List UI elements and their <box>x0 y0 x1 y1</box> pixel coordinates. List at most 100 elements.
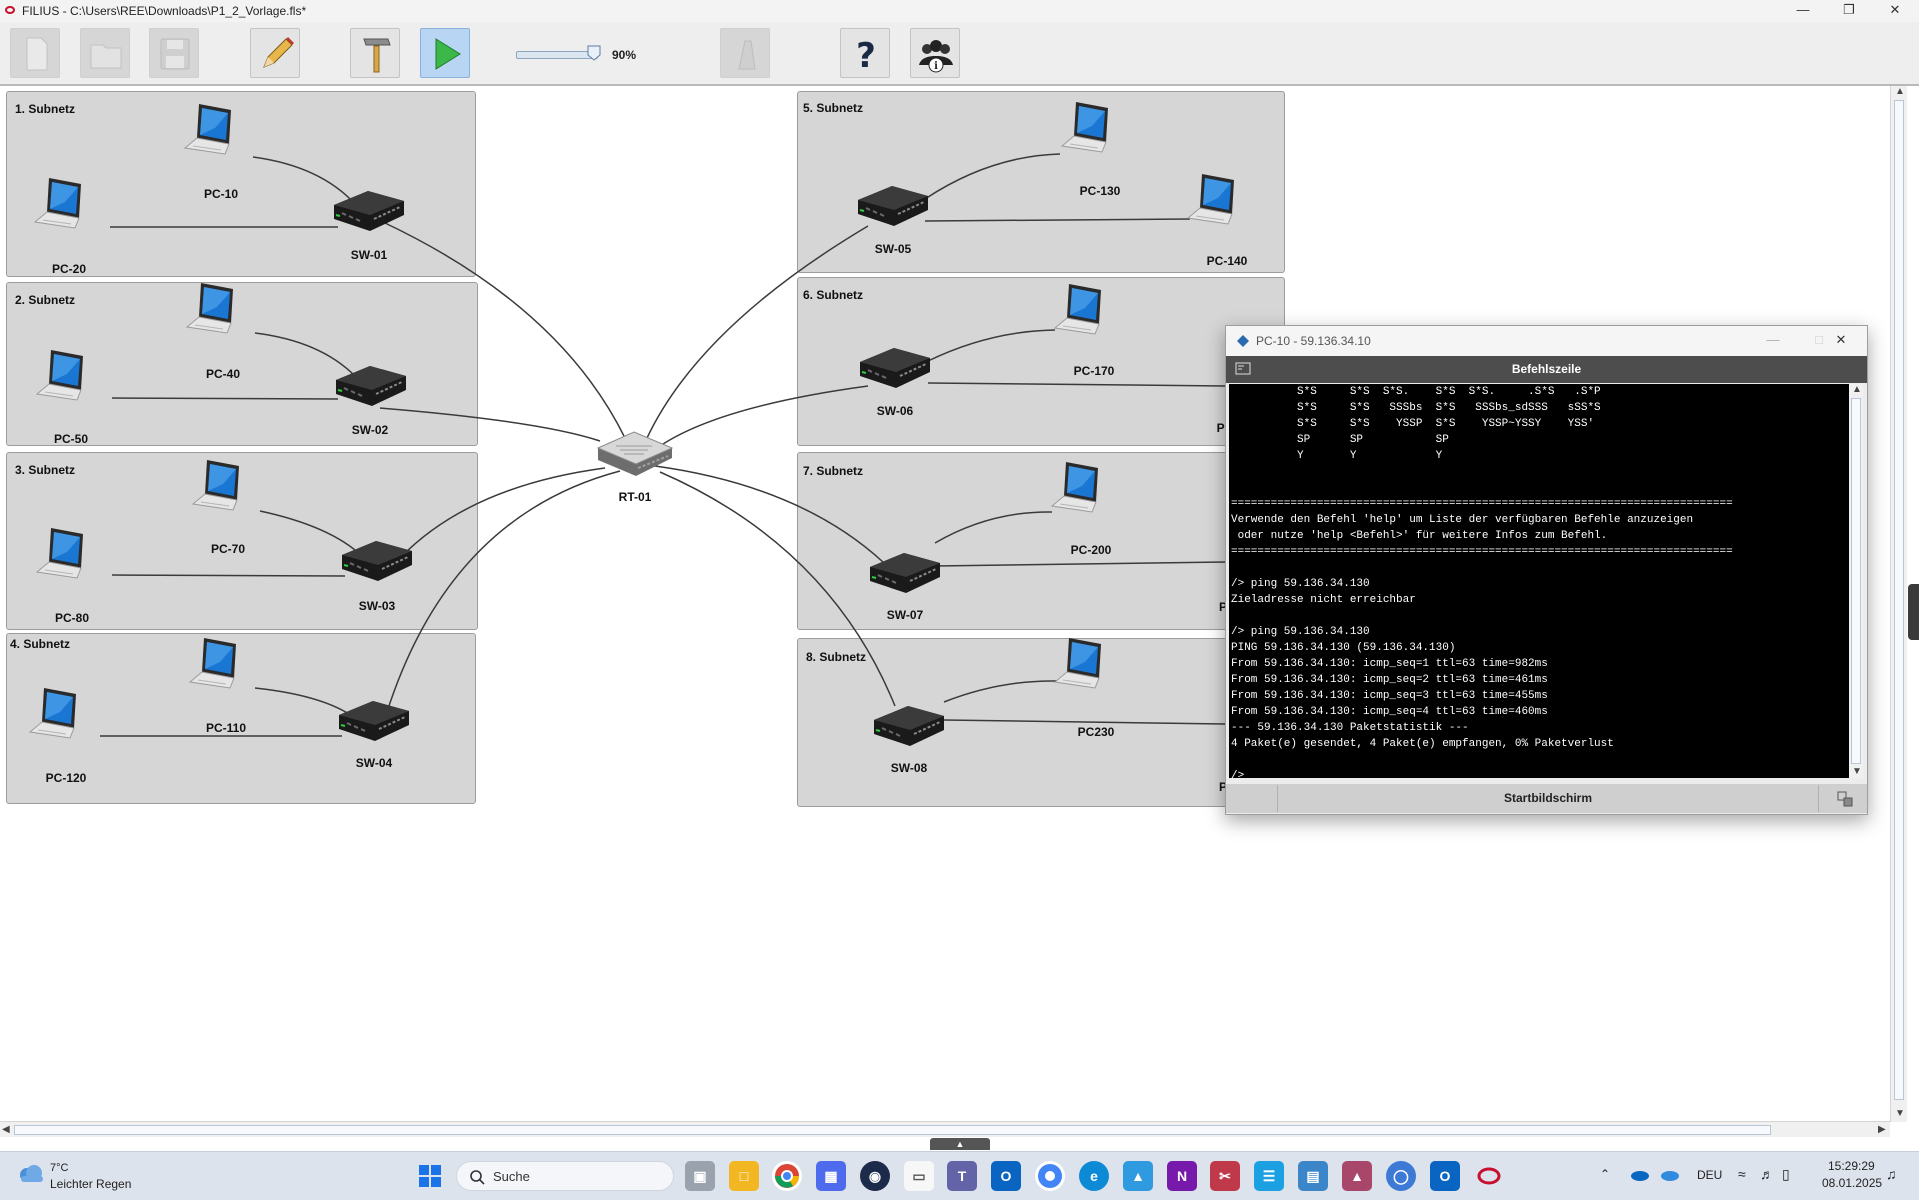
edge-button[interactable]: e <box>1079 1161 1109 1191</box>
laptop-icon-pc120[interactable] <box>29 687 77 739</box>
tray-overflow-chevron-icon[interactable]: ⌃ <box>1600 1167 1610 1181</box>
notification-bell-icon[interactable]: ♫ <box>1886 1166 1897 1182</box>
switch-icon-sw08[interactable] <box>873 705 945 747</box>
scroll-right-arrow-icon[interactable]: ▶ <box>1878 1124 1886 1135</box>
taskbar-search[interactable]: Suche <box>456 1161 674 1191</box>
help-button[interactable]: ? <box>840 28 890 78</box>
build-mode-button[interactable] <box>350 28 400 78</box>
snipping-button[interactable]: ✂ <box>1210 1161 1240 1191</box>
router-icon-rt01[interactable] <box>597 431 673 477</box>
minimize-button[interactable]: — <box>1780 0 1826 22</box>
switch-icon-sw01[interactable] <box>333 190 405 232</box>
horizontal-scroll-thumb[interactable] <box>14 1125 1771 1135</box>
svg-text:i: i <box>934 61 938 72</box>
laptop-icon-pc110[interactable] <box>189 637 237 689</box>
simulation-mode-button[interactable] <box>420 28 470 78</box>
store-button[interactable]: ▦ <box>816 1161 846 1191</box>
recorder-icon <box>738 40 756 70</box>
laptop-icon-pc170[interactable] <box>1054 283 1102 335</box>
terminal-minimize-button[interactable]: — <box>1750 330 1796 352</box>
input-language[interactable]: DEU <box>1697 1168 1722 1182</box>
switch-icon-sw06[interactable] <box>859 347 931 389</box>
wifi-icon[interactable]: ≈ <box>1738 1166 1746 1182</box>
home-screen-button[interactable]: Startbildschirm <box>1277 785 1819 812</box>
lock-app-button[interactable]: ◉ <box>860 1161 890 1191</box>
info-button[interactable]: i <box>910 28 960 78</box>
notes-button[interactable]: ☰ <box>1254 1161 1284 1191</box>
volume-icon[interactable]: ♬ <box>1760 1166 1774 1182</box>
terminal-scroll-thumb[interactable] <box>1851 398 1861 764</box>
clock-date[interactable]: 08.01.2025 <box>1822 1176 1882 1190</box>
onenote-button[interactable]: N <box>1167 1161 1197 1191</box>
new-file-button[interactable] <box>10 28 60 78</box>
store-icon: ▦ <box>824 1168 838 1184</box>
zoom-slider-thumb[interactable] <box>587 45 601 61</box>
open-file-button[interactable] <box>80 28 130 78</box>
window-resize-icon[interactable] <box>1836 790 1854 808</box>
chrome-button[interactable] <box>772 1161 802 1191</box>
link-sw08-rt01 <box>659 471 896 707</box>
laptop-icon-pc70[interactable] <box>192 459 240 511</box>
canvas-horizontal-scrollbar[interactable]: ◀ ▶ <box>0 1121 1890 1138</box>
weather-temperature[interactable]: 7°C <box>50 1162 68 1174</box>
clock-time[interactable]: 15:29:29 <box>1828 1159 1875 1173</box>
laptop-icon-pc40[interactable] <box>186 282 234 334</box>
scroll-left-arrow-icon[interactable]: ◀ <box>2 1124 10 1135</box>
terminal-text: S*S S*S S*S. S*S S*S. .S*S .S*P S*S S*S … <box>1231 386 1733 778</box>
collapse-panel-icon[interactable]: ▲ <box>930 1138 990 1150</box>
laptop-icon-pc10[interactable] <box>184 103 232 155</box>
side-panel-tab[interactable] <box>1908 584 1919 640</box>
close-button[interactable]: ✕ <box>1872 0 1918 22</box>
battery-icon[interactable]: ▯ <box>1782 1166 1790 1183</box>
switch-icon-sw05[interactable] <box>857 185 929 227</box>
laptop-icon-pc20[interactable] <box>34 177 82 229</box>
laptop-icon-pc230[interactable] <box>1054 637 1102 689</box>
laptop-icon-pc200[interactable] <box>1051 461 1099 513</box>
scroll-up-arrow-icon[interactable]: ▲ <box>1895 86 1905 97</box>
terminal-output[interactable]: S*S S*S S*S. S*S S*S. .S*S .S*P S*S S*S … <box>1229 384 1849 778</box>
scroll-down-arrow-icon[interactable]: ▼ <box>1895 1108 1905 1119</box>
design-mode-button[interactable] <box>250 28 300 78</box>
terminal-titlebar[interactable]: PC-10 - 59.136.34.10 — □ ✕ <box>1226 326 1867 356</box>
task-view-button[interactable]: ▣ <box>685 1161 715 1191</box>
chrome-alt-button[interactable] <box>1035 1161 1065 1191</box>
search-placeholder: Suche <box>493 1169 530 1184</box>
onedrive-icon[interactable] <box>1630 1166 1650 1182</box>
outlook-new-button[interactable]: O <box>1430 1161 1460 1191</box>
notepad-button[interactable]: ▭ <box>904 1161 934 1191</box>
outlook-button[interactable]: O <box>991 1161 1021 1191</box>
laptop-icon-pc50[interactable] <box>36 349 84 401</box>
switch-icon-sw03[interactable] <box>341 540 413 582</box>
pc-label: PC-130 <box>1079 184 1121 198</box>
teams-button[interactable]: T <box>947 1161 977 1191</box>
terminal-window[interactable]: PC-10 - 59.136.34.10 — □ ✕ Befehlszeile … <box>1225 325 1868 815</box>
terminal-scrollbar[interactable]: ▲ ▼ <box>1849 384 1863 778</box>
laptop-icon-pc130[interactable] <box>1061 101 1109 153</box>
link-sw08-pc-hidden <box>943 719 1226 725</box>
browser-circle-button[interactable]: ◯ <box>1386 1161 1416 1191</box>
start-button[interactable] <box>415 1161 445 1191</box>
record-button[interactable] <box>720 28 770 78</box>
terminal-scroll-down-icon[interactable]: ▼ <box>1852 766 1862 777</box>
canvas-vertical-scrollbar[interactable]: ▲ ▼ <box>1890 86 1907 1122</box>
remote-desktop-button[interactable]: ▤ <box>1298 1161 1328 1191</box>
maximize-button[interactable]: ❐ <box>1826 0 1872 22</box>
laptop-icon-pc80[interactable] <box>36 527 84 579</box>
laptop-icon-pc140[interactable] <box>1187 173 1235 225</box>
lock-app-icon: ◉ <box>868 1168 882 1184</box>
filius-task-button[interactable]: ▲ <box>1342 1161 1372 1191</box>
weather-icon[interactable] <box>16 1162 46 1188</box>
switch-icon-sw02[interactable] <box>335 365 407 407</box>
onedrive-personal-icon[interactable] <box>1660 1166 1680 1182</box>
weather-description[interactable]: Leichter Regen <box>50 1177 131 1191</box>
terminal-scroll-up-icon[interactable]: ▲ <box>1852 384 1862 395</box>
vertical-scroll-thumb[interactable] <box>1894 100 1904 1100</box>
switch-icon-sw04[interactable] <box>338 700 410 742</box>
save-file-button[interactable] <box>149 28 199 78</box>
photos-button[interactable]: ▲ <box>1123 1161 1153 1191</box>
filius-red-button[interactable] <box>1474 1161 1504 1191</box>
terminal-close-button[interactable]: ✕ <box>1818 330 1864 352</box>
notes-icon: ☰ <box>1262 1168 1276 1184</box>
zoom-slider-track[interactable] <box>516 51 598 59</box>
file-explorer-button[interactable]: □ <box>729 1161 759 1191</box>
